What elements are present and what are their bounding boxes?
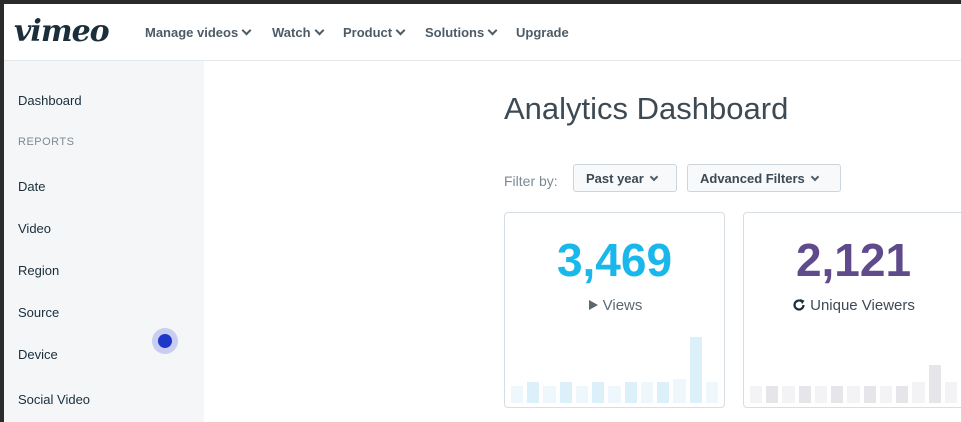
sidebar-item-social-video[interactable]: Social Video: [18, 392, 90, 407]
spark-bar: [863, 385, 876, 403]
sidebar: Dashboard REPORTS Date Video Region Sour…: [4, 61, 204, 422]
spark-bar: [847, 385, 860, 403]
spark-bar: [657, 382, 670, 403]
spark-bar: [912, 382, 925, 403]
spark-bar: [673, 378, 686, 403]
nav-upgrade-label: Upgrade: [516, 25, 569, 40]
spark-bar: [879, 385, 893, 403]
nav-product[interactable]: Product: [343, 25, 406, 40]
spark-bar: [608, 385, 621, 403]
sidebar-item-device[interactable]: Device: [18, 347, 58, 362]
play-icon: [588, 300, 598, 310]
filter-label: Filter by:: [504, 173, 558, 189]
nav-watch-label: Watch: [272, 25, 311, 40]
views-sparkline: [511, 333, 719, 403]
nav-solutions[interactable]: Solutions: [425, 25, 498, 40]
unique-viewers-label-row: Unique Viewers: [744, 297, 961, 314]
nav-upgrade[interactable]: Upgrade: [516, 25, 569, 40]
sidebar-item-date[interactable]: Date: [18, 179, 45, 194]
sidebar-item-source[interactable]: Source: [18, 305, 59, 320]
spark-bar: [928, 364, 941, 403]
spark-bar: [689, 336, 702, 403]
sidebar-item-region[interactable]: Region: [18, 263, 59, 278]
top-nav: vimeo Manage videos Watch Product Soluti…: [4, 4, 961, 61]
spark-bar: [814, 385, 828, 403]
nav-solutions-label: Solutions: [425, 25, 485, 40]
app-window: vimeo Manage videos Watch Product Soluti…: [4, 4, 961, 422]
unique-viewers-sparkline: [750, 333, 958, 403]
spark-bar: [511, 385, 524, 403]
views-card[interactable]: 3,469 Views: [504, 212, 725, 408]
spark-bar: [527, 382, 540, 403]
views-label-row: Views: [505, 297, 724, 314]
period-filter-dropdown[interactable]: Past year: [573, 164, 677, 192]
nav-product-label: Product: [343, 25, 393, 40]
advanced-filters-dropdown[interactable]: Advanced Filters: [687, 164, 841, 192]
sidebar-heading-reports: REPORTS: [18, 136, 75, 148]
chevron-down-icon: [241, 25, 252, 36]
page-title: Analytics Dashboard: [504, 91, 789, 126]
chevron-down-icon: [395, 25, 406, 36]
views-value: 3,469: [556, 234, 673, 286]
period-filter-label: Past year: [586, 171, 644, 186]
chevron-down-icon: [649, 172, 659, 182]
chevron-down-icon: [314, 25, 324, 36]
advanced-filters-label: Advanced Filters: [700, 171, 805, 186]
spark-bar: [750, 385, 763, 403]
unique-viewers-card[interactable]: 2,121 Unique Viewers: [743, 212, 961, 408]
spark-bar: [640, 382, 654, 403]
spark-bar: [896, 385, 909, 403]
spark-bar: [559, 382, 572, 403]
spark-bar: [782, 385, 795, 403]
views-label: Views: [602, 297, 643, 314]
vimeo-logo[interactable]: vimeo: [14, 14, 110, 49]
spark-bar: [766, 385, 779, 403]
nav-manage-videos-label: Manage videos: [145, 25, 239, 40]
chevron-down-icon: [487, 25, 498, 36]
notification-dot-core: [158, 334, 172, 348]
sidebar-item-dashboard[interactable]: Dashboard: [18, 93, 82, 108]
notification-dot[interactable]: [152, 328, 178, 354]
chevron-down-icon: [810, 172, 820, 182]
nav-manage-videos[interactable]: Manage videos: [145, 25, 252, 40]
sidebar-item-video[interactable]: Video: [18, 221, 51, 236]
spark-bar: [831, 385, 844, 403]
unique-viewers-label: Unique Viewers: [810, 297, 915, 314]
spark-bar: [798, 385, 811, 403]
refresh-icon: [793, 299, 805, 311]
spark-bar: [624, 382, 637, 403]
spark-bar: [944, 382, 958, 403]
spark-bar: [592, 382, 605, 403]
spark-bar: [575, 385, 589, 403]
unique-viewers-value: 2,121: [795, 234, 912, 286]
spark-bar: [543, 385, 556, 403]
nav-watch[interactable]: Watch: [272, 25, 324, 40]
spark-bar: [705, 382, 719, 403]
